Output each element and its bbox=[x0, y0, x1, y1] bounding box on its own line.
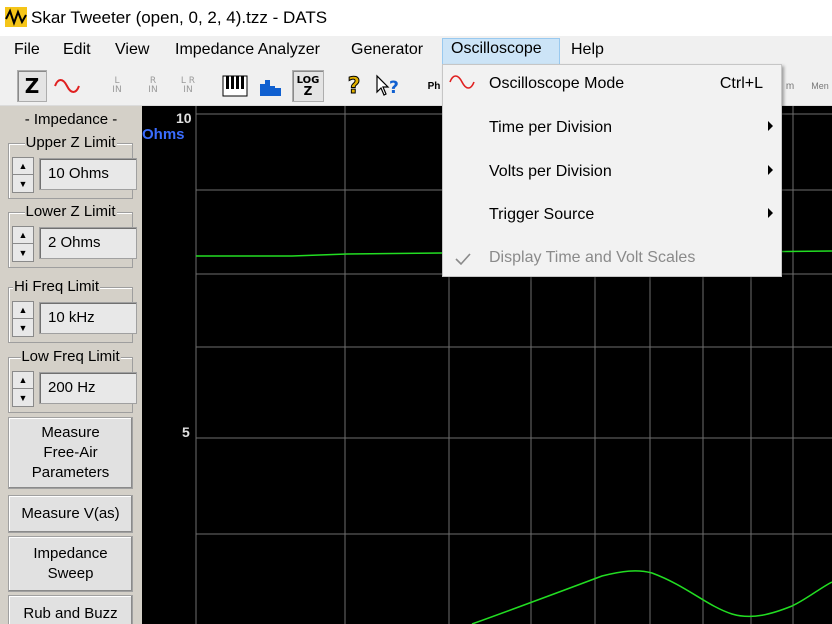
context-help-icon: ? bbox=[376, 74, 399, 98]
upper-z-limit-spinner[interactable]: ▲ ▼ bbox=[12, 157, 34, 193]
low-freq-limit-group: Low Freq Limit ▲ ▼ 200 Hz bbox=[8, 348, 137, 413]
menu-item-trigger-source[interactable]: Trigger Source bbox=[443, 196, 781, 236]
menu-oscilloscope[interactable]: Oscilloscope bbox=[442, 38, 560, 64]
phase-partial-label: Ph bbox=[427, 80, 441, 92]
rub-and-buzz-button[interactable]: Rub and Buzz bbox=[8, 595, 133, 624]
impedance-control-panel: - Impedance - Upper Z Limit ▲ ▼ 10 Ohms … bbox=[0, 106, 142, 624]
spin-down-icon[interactable]: ▼ bbox=[13, 175, 33, 192]
lower-z-limit-title: Lower Z Limit bbox=[24, 203, 117, 221]
impedance-sweep-button[interactable]: Impedance Sweep bbox=[8, 536, 133, 592]
spin-up-icon[interactable]: ▲ bbox=[13, 372, 33, 389]
log-scale-button[interactable]: LOG Z bbox=[292, 70, 324, 102]
oscilloscope-mode-label: Oscilloscope Mode bbox=[489, 75, 625, 92]
menu-bar: File Edit View Impedance Analyzer Genera… bbox=[0, 36, 832, 64]
memory-partial-label: Men bbox=[811, 81, 829, 91]
menu-item-display-scales[interactable]: Display Time and Volt Scales bbox=[443, 239, 781, 279]
y-axis-tick-top: 10 bbox=[176, 110, 192, 126]
left-input-button[interactable]: L IN bbox=[104, 70, 130, 102]
histogram-button[interactable] bbox=[256, 70, 286, 102]
menu-item-time-per-division[interactable]: Time per Division bbox=[443, 109, 781, 149]
hi-freq-limit-value[interactable]: 10 kHz bbox=[39, 302, 137, 334]
hi-freq-limit-group: Hi Freq Limit ▲ ▼ 10 kHz bbox=[8, 278, 137, 343]
spin-down-icon[interactable]: ▼ bbox=[13, 319, 33, 336]
sine-wave-icon bbox=[54, 79, 80, 93]
upper-z-limit-group: Upper Z Limit ▲ ▼ 10 Ohms bbox=[8, 134, 137, 199]
window-title: Skar Tweeter (open, 0, 2, 4).tzz - DATS bbox=[31, 8, 328, 27]
right-input-bottom: IN bbox=[148, 85, 158, 95]
oscilloscope-mode-shortcut: Ctrl+L bbox=[719, 75, 763, 92]
phase-button[interactable]: Ph bbox=[424, 70, 444, 102]
partial-right-label: m bbox=[785, 80, 795, 92]
title-bar: Skar Tweeter (open, 0, 2, 4).tzz - DATS bbox=[0, 0, 832, 36]
impedance-trace-lower bbox=[471, 570, 832, 624]
spin-down-icon[interactable]: ▼ bbox=[13, 389, 33, 406]
z-label: Z bbox=[24, 74, 40, 98]
stereo-input-bottom: IN bbox=[183, 85, 193, 95]
partial-button-right[interactable]: m bbox=[784, 70, 796, 102]
low-freq-limit-value[interactable]: 200 Hz bbox=[39, 372, 137, 404]
spin-up-icon[interactable]: ▲ bbox=[13, 158, 33, 175]
hi-freq-limit-title: Hi Freq Limit bbox=[13, 278, 101, 296]
lower-z-limit-group: Lower Z Limit ▲ ▼ 2 Ohms bbox=[8, 203, 137, 268]
stereo-input-button[interactable]: L R IN bbox=[174, 70, 202, 102]
spin-down-icon[interactable]: ▼ bbox=[13, 244, 33, 261]
left-input-bottom: IN bbox=[112, 85, 122, 95]
impedance-mode-button[interactable]: Z bbox=[17, 70, 47, 102]
piano-keys-icon bbox=[222, 75, 248, 97]
upper-z-limit-title: Upper Z Limit bbox=[24, 134, 117, 152]
spin-up-icon[interactable]: ▲ bbox=[13, 302, 33, 319]
menu-view[interactable]: View bbox=[107, 40, 157, 66]
menu-file[interactable]: File bbox=[6, 40, 48, 66]
generator-button[interactable] bbox=[220, 70, 250, 102]
submenu-arrow-icon bbox=[768, 121, 773, 131]
submenu-arrow-icon bbox=[768, 208, 773, 218]
volts-per-division-label: Volts per Division bbox=[489, 163, 612, 180]
time-per-division-label: Time per Division bbox=[489, 119, 612, 136]
measure-free-air-button[interactable]: Measure Free-Air Parameters bbox=[8, 417, 133, 489]
menu-generator[interactable]: Generator bbox=[343, 40, 431, 66]
svg-text:?: ? bbox=[389, 78, 399, 98]
display-scales-label: Display Time and Volt Scales bbox=[489, 249, 696, 266]
measure-vas-button[interactable]: Measure V(as) bbox=[8, 495, 133, 533]
context-help-button[interactable]: ? bbox=[374, 70, 404, 102]
sine-wave-icon bbox=[449, 75, 475, 89]
question-mark-icon: ? bbox=[347, 73, 361, 99]
trigger-source-label: Trigger Source bbox=[489, 206, 595, 223]
upper-z-limit-value[interactable]: 10 Ohms bbox=[39, 158, 137, 190]
menu-impedance-analyzer[interactable]: Impedance Analyzer bbox=[167, 40, 328, 66]
low-freq-limit-spinner[interactable]: ▲ ▼ bbox=[12, 371, 34, 407]
spin-up-icon[interactable]: ▲ bbox=[13, 227, 33, 244]
help-button[interactable]: ? bbox=[340, 70, 368, 102]
menu-item-oscilloscope-mode[interactable]: Oscilloscope Mode Ctrl+L bbox=[443, 65, 781, 105]
oscilloscope-mode-button[interactable] bbox=[52, 70, 82, 102]
lower-z-limit-value[interactable]: 2 Ohms bbox=[39, 227, 137, 259]
log-sub-label: Z bbox=[303, 84, 313, 98]
menu-edit[interactable]: Edit bbox=[55, 40, 99, 66]
y-axis-unit: Ohms bbox=[142, 126, 185, 143]
right-input-button[interactable]: R IN bbox=[140, 70, 166, 102]
checkmark-icon bbox=[455, 253, 471, 266]
low-freq-limit-title: Low Freq Limit bbox=[20, 348, 121, 366]
menu-help[interactable]: Help bbox=[563, 40, 612, 66]
hi-freq-limit-spinner[interactable]: ▲ ▼ bbox=[12, 301, 34, 337]
submenu-arrow-icon bbox=[768, 165, 773, 175]
memory-button[interactable]: Men bbox=[808, 70, 832, 102]
menu-item-volts-per-division[interactable]: Volts per Division bbox=[443, 153, 781, 193]
impedance-header: - Impedance - bbox=[24, 111, 118, 128]
oscilloscope-menu: Oscilloscope Mode Ctrl+L Time per Divisi… bbox=[442, 64, 782, 277]
histogram-icon bbox=[260, 80, 281, 96]
dats-waveform-icon bbox=[5, 7, 27, 27]
y-axis-tick-mid: 5 bbox=[182, 424, 190, 440]
lower-z-limit-spinner[interactable]: ▲ ▼ bbox=[12, 226, 34, 262]
